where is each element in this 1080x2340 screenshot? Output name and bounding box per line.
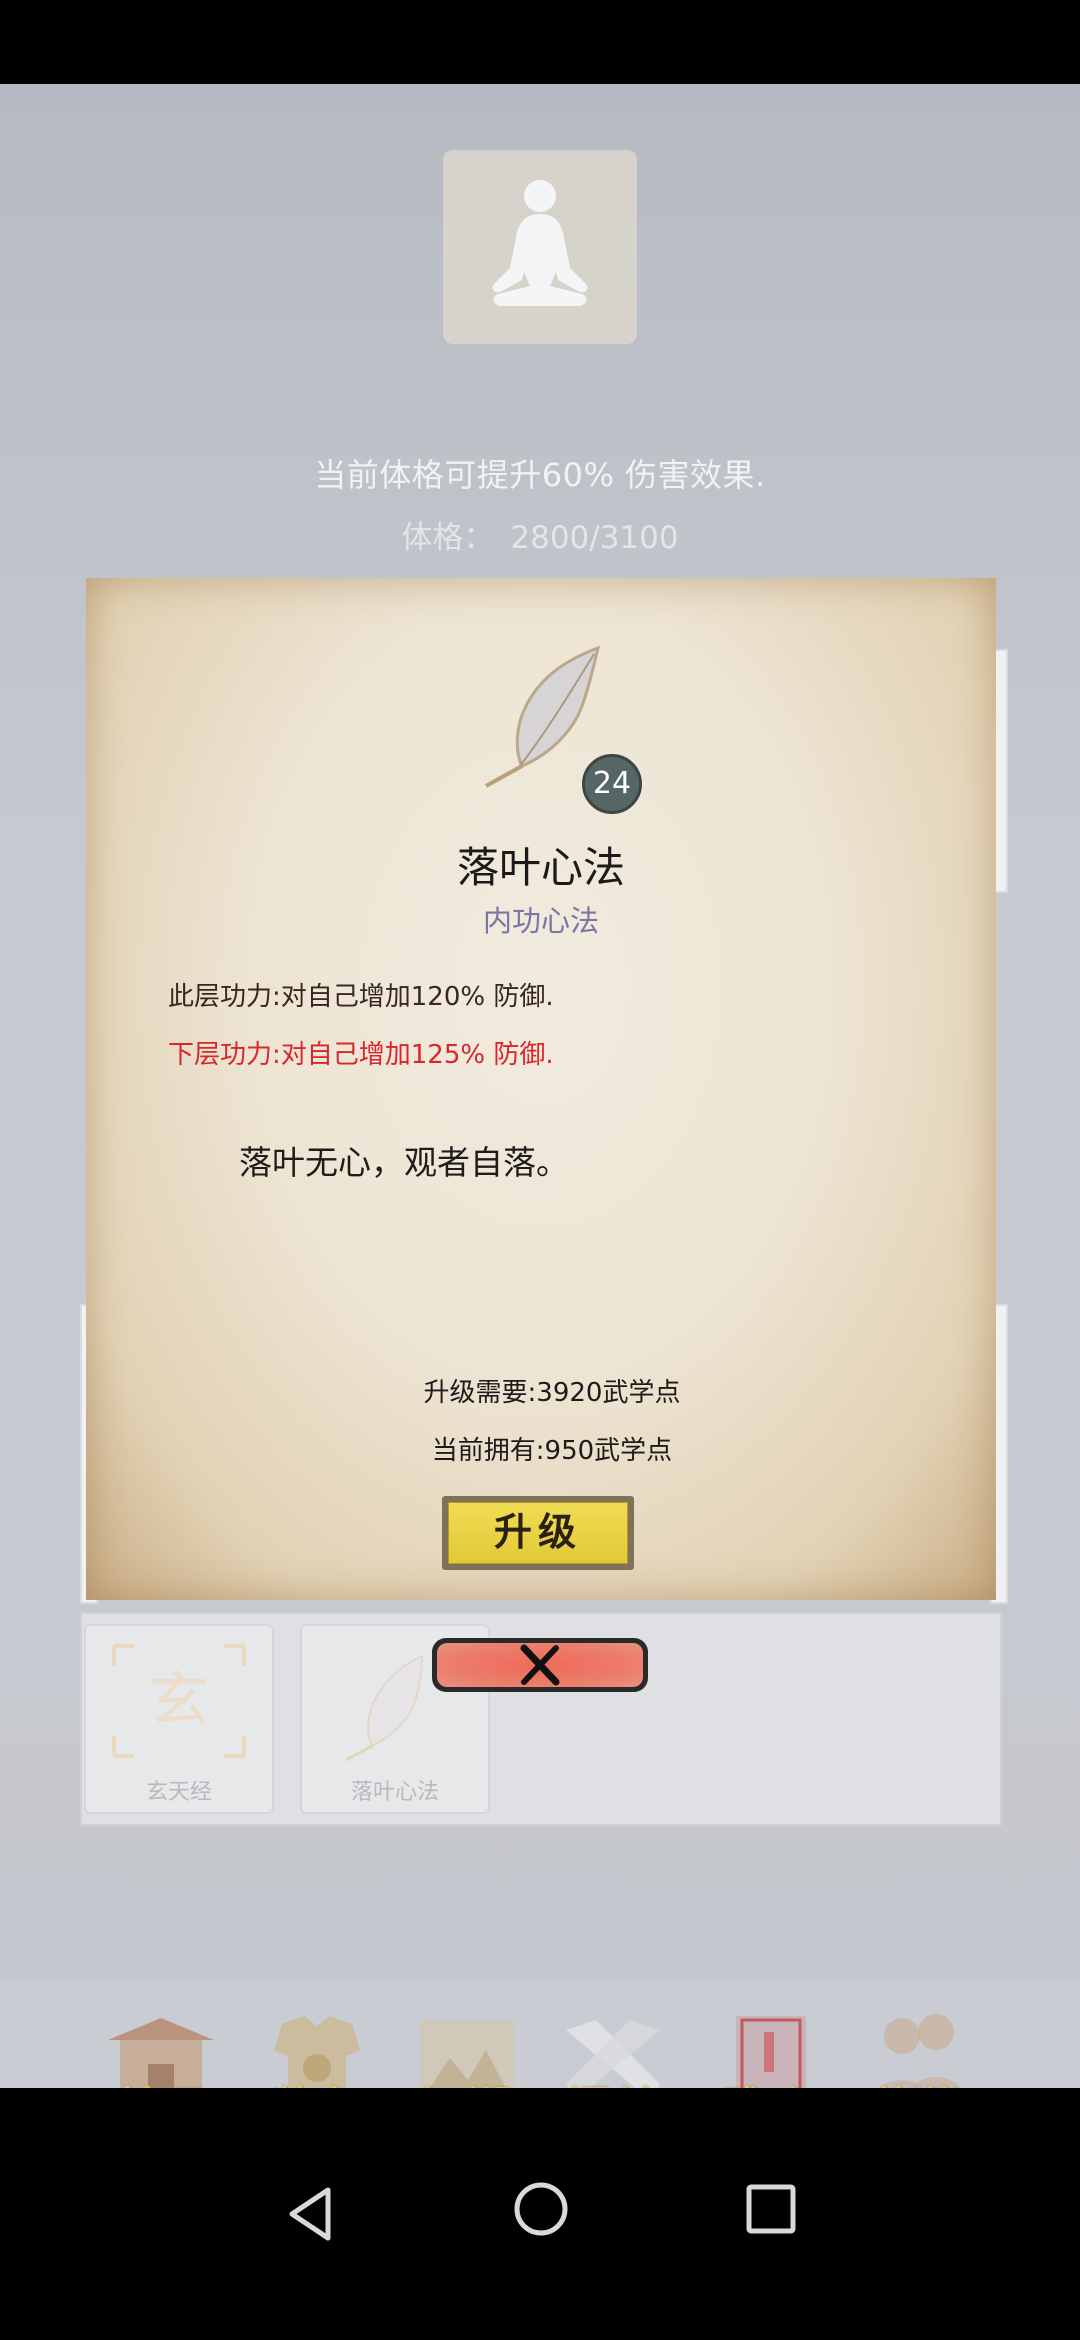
nav-label: 江湖 <box>402 2072 532 2088</box>
nav-equipment[interactable]: 装备 <box>252 2006 382 2088</box>
physique-value: 2800/3100 <box>510 520 679 556</box>
current-layer-effect: 此层功力:对自己增加120% 防御. <box>168 982 554 1012</box>
upgrade-cost: 升级需要:3920武学点 <box>423 1378 681 1408</box>
nav-jianghu[interactable]: 江湖 <box>402 2006 532 2088</box>
nav-label: 武功 <box>700 2072 830 2088</box>
nav-label: 装备 <box>252 2072 382 2088</box>
upgrade-button[interactable]: 升级 <box>442 1496 634 1570</box>
nav-label: 伙伴 <box>852 2072 982 2088</box>
physique-label: 体格： <box>401 520 495 556</box>
skill-card-label: 落叶心法 <box>350 1780 439 1805</box>
nav-partners[interactable]: 伙伴 <box>852 2006 982 2088</box>
home-icon[interactable] <box>512 2180 570 2238</box>
status-bar <box>0 0 1080 84</box>
skill-detail-scroll: 24 落叶心法 内功心法 此层功力:对自己增加120% 防御. 下层功力:对自己… <box>86 578 996 1600</box>
nav-martial-arts[interactable]: 武功 <box>700 2006 830 2088</box>
physique-bonus-text: 当前体格可提升60% 伤害效果. <box>314 456 766 494</box>
xuan-glyph-icon: 玄 <box>112 1644 246 1758</box>
svg-text:玄: 玄 <box>149 1666 209 1736</box>
meditation-portrait <box>443 150 637 344</box>
level-badge: 24 <box>582 754 642 814</box>
physique-stat: 体格： 2800/3100 <box>0 512 1080 557</box>
skill-name: 落叶心法 <box>456 843 625 892</box>
nav-home[interactable]: 首页 <box>96 2006 226 2088</box>
meditation-icon <box>492 180 588 306</box>
skill-card-xuantianjing[interactable]: 玄 玄天经 <box>84 1624 274 1814</box>
game-area: 当前体格可提升60% 伤害效果. 体格： 2800/3100 24 落叶心法 内功… <box>0 84 1080 2088</box>
skill-card-label: 玄天经 <box>145 1780 212 1805</box>
back-icon[interactable] <box>284 2184 336 2244</box>
skill-type: 内功心法 <box>482 904 599 938</box>
recents-icon[interactable] <box>744 2182 798 2236</box>
close-button[interactable] <box>432 1638 648 1692</box>
bottom-nav: 首页 装备 江湖 闯关 <box>0 1980 1080 2088</box>
skill-quote: 落叶无心，观者自落。 <box>239 1143 569 1182</box>
system-nav-bar <box>0 2088 1080 2340</box>
upgrade-button-label: 升级 <box>448 1502 628 1564</box>
next-layer-effect: 下层功力:对自己增加125% 防御. <box>168 1040 554 1070</box>
close-icon <box>520 1644 560 1686</box>
nav-label: 闯关 <box>548 2072 678 2088</box>
owned-points: 当前拥有:950武学点 <box>431 1436 673 1466</box>
nav-challenge[interactable]: 闯关 <box>548 2006 678 2088</box>
nav-label: 首页 <box>96 2072 226 2088</box>
